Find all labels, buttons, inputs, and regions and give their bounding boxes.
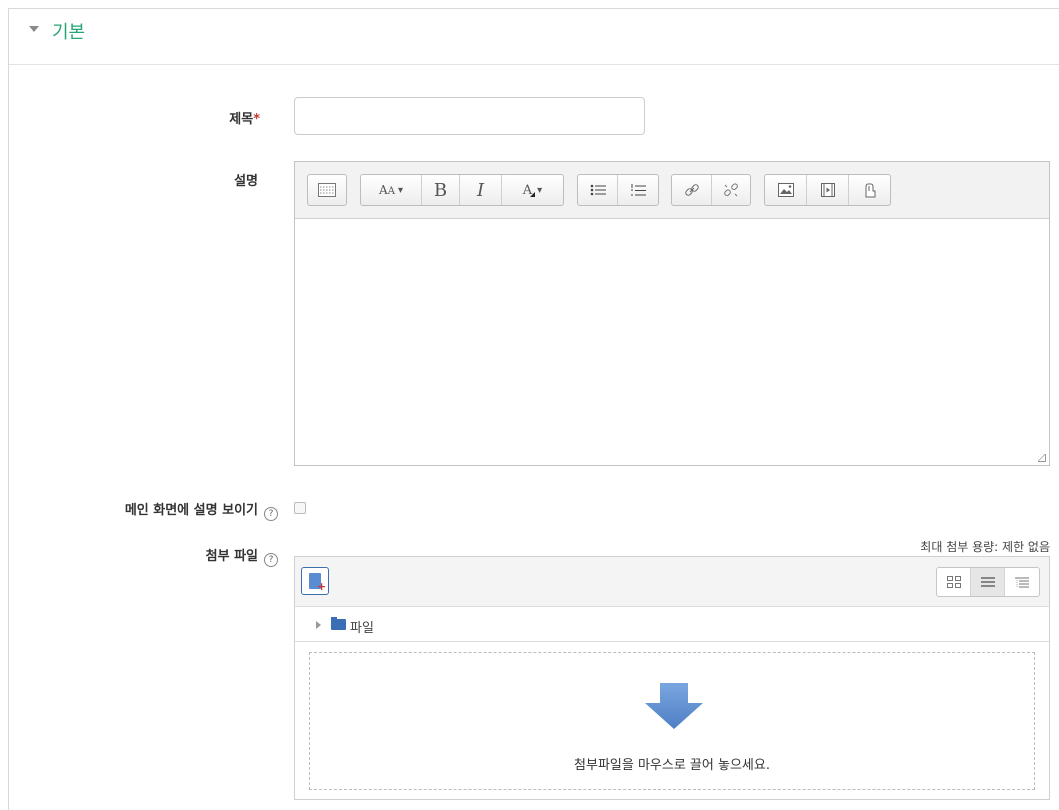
show-description-label: 메인 화면에 설명 보이기? [40,499,278,521]
show-description-label-text: 메인 화면에 설명 보이기 [124,503,258,518]
dropdown-arrow-icon: ▾ [537,184,543,196]
rich-text-editor[interactable]: AA ▾ B I A ▾ [294,161,1050,466]
attachment-label: 첨부 파일? [140,545,278,567]
title-label: 제목* [200,108,260,127]
insert-media-button[interactable] [807,175,849,205]
add-file-button[interactable]: + [301,567,329,595]
numbered-list-button[interactable] [618,175,658,205]
numbered-list-icon [631,183,646,195]
max-attachment-size: 최대 첨부 용량: 제한 없음 [920,540,1050,554]
toolbar-group-style: AA ▾ B I A ▾ [360,174,564,206]
attachment-label-text: 첨부 파일 [205,549,258,564]
folder-icon [331,617,346,630]
unlink-button[interactable] [712,175,750,205]
toolbar-group-collapse [307,174,347,206]
italic-icon: I [476,179,485,201]
font-style-icon: AA [379,183,395,197]
media-icon [820,183,835,197]
insert-image-button[interactable] [765,175,807,205]
file-drop-zone[interactable]: 첨부파일을 마우스로 끌어 놓으세요. [309,652,1035,790]
grid-view-icon [946,576,961,588]
show-description-checkbox[interactable] [294,502,306,514]
section-header[interactable]: 기본 [8,8,1059,64]
italic-button[interactable]: I [460,175,502,205]
folder-label[interactable]: 파일 [350,617,374,636]
toolbar-group-links [671,174,751,206]
editor-toolbar: AA ▾ B I A ▾ [295,162,1049,219]
text-color-icon: A [523,183,535,198]
file-manager-toolbar: + [295,557,1049,607]
toolbar-group-media [764,174,891,206]
help-icon[interactable]: ? [264,507,278,521]
expand-arrow-icon[interactable] [316,621,321,629]
resize-handle-icon[interactable] [1038,454,1046,462]
manage-files-button[interactable] [849,175,890,205]
plus-icon: + [317,580,327,593]
title-label-text: 제목 [229,112,254,127]
icon-view-button[interactable] [937,568,971,596]
file-manager: + 파일 첨부파일을 마우스로 끌어 놓으세요. [294,556,1050,800]
manage-files-icon [865,183,875,198]
list-view-icon [980,577,995,587]
toolbar-group-lists [577,174,659,206]
title-input[interactable] [294,97,645,135]
folder-path-bar: 파일 [295,608,1049,642]
show-more-buttons-button[interactable] [308,175,346,205]
image-icon [777,183,794,197]
down-arrow-icon [645,683,703,729]
section-title: 기본 [52,22,86,43]
link-button[interactable] [672,175,712,205]
paragraph-style-button[interactable]: AA ▾ [361,175,422,205]
keyboard-grid-icon [318,183,336,197]
dropdown-arrow-icon: ▾ [397,184,403,196]
help-icon[interactable]: ? [264,553,278,567]
bold-button[interactable]: B [422,175,460,205]
drop-zone-text: 첨부파일을 마우스로 끌어 놓으세요. [574,758,770,773]
bullet-list-icon [590,184,606,196]
tree-view-button[interactable] [1005,568,1039,596]
link-icon [684,184,699,196]
text-color-button[interactable]: A ▾ [502,175,563,205]
editor-content-area[interactable] [295,219,1049,465]
view-mode-group [936,567,1040,597]
list-view-button[interactable] [971,568,1005,596]
unlink-icon [724,183,738,197]
required-mark: * [253,112,260,127]
description-label: 설명 [234,174,258,189]
tree-view-icon [1015,577,1029,588]
bold-icon: B [433,179,448,201]
bullet-list-button[interactable] [578,175,618,205]
section-divider [9,64,1059,65]
collapse-caret-icon[interactable] [29,26,39,32]
